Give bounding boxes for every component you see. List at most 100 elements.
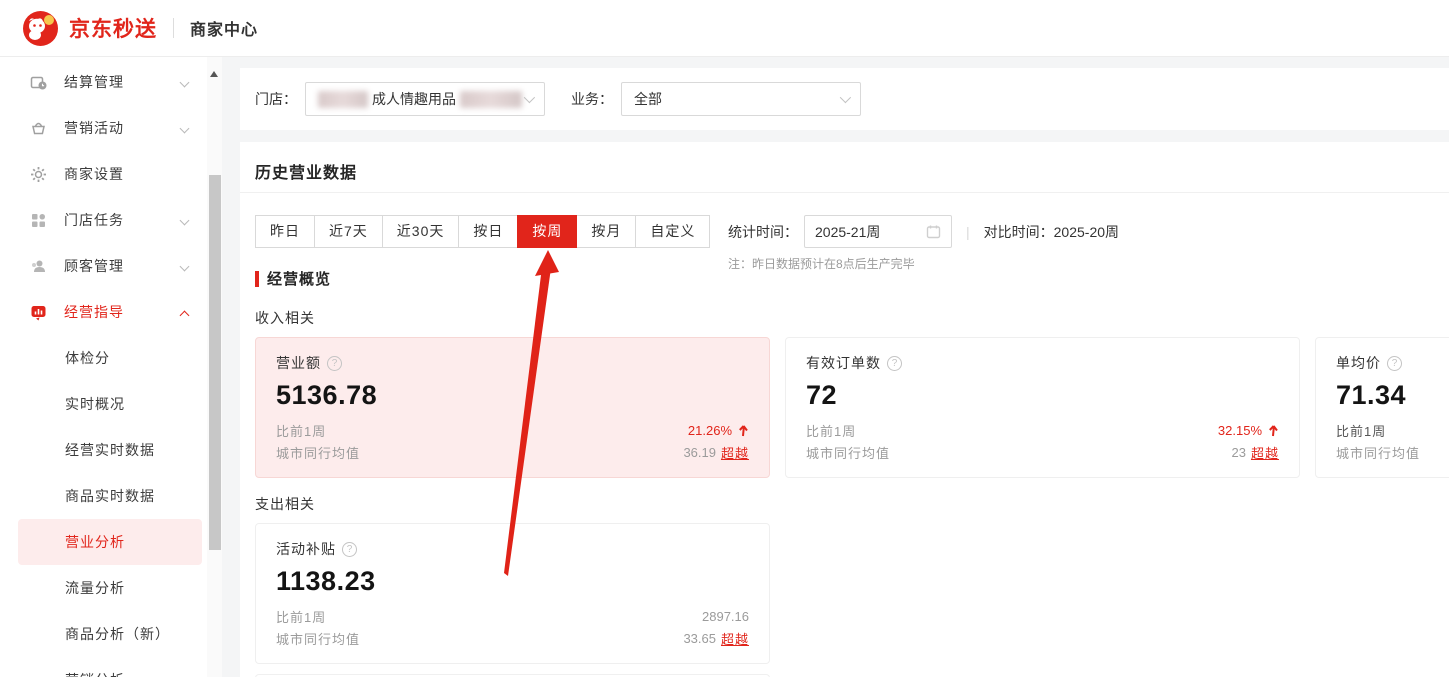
help-icon[interactable] bbox=[887, 356, 902, 371]
metric-label: 城市同行均值 bbox=[276, 443, 360, 462]
metric-peer-value: 33.65 bbox=[683, 631, 716, 646]
beyond-badge[interactable]: 超越 bbox=[721, 629, 749, 648]
merchant-dashboard: 京东秒送 商家中心 结算管理 营销活动 bbox=[0, 0, 1449, 677]
date-range-tabs: 昨日 近7天 近30天 按日 按周 按月 自定义 bbox=[255, 215, 710, 248]
rise-arrow-icon bbox=[737, 424, 749, 437]
sidebar-item-customers[interactable]: 顾客管理 bbox=[0, 243, 222, 289]
chevron-down-icon bbox=[180, 124, 190, 134]
users-icon bbox=[30, 258, 47, 275]
income-cards-row: 营业额 5136.78 比前1周 21.26% bbox=[255, 337, 1449, 478]
overview-section-header: 经营概览 bbox=[255, 268, 331, 289]
card-title: 单均价 bbox=[1336, 353, 1381, 373]
sidebar-item-settlement[interactable]: 结算管理 bbox=[0, 59, 222, 105]
scrollbar-thumb[interactable] bbox=[209, 175, 221, 550]
tab-by-day[interactable]: 按日 bbox=[458, 215, 518, 248]
card-value: 5136.78 bbox=[276, 380, 749, 411]
history-business-data-panel: 历史营业数据 昨日 近7天 近30天 按日 按周 按月 自定义 统计时间： 20… bbox=[240, 142, 1449, 677]
card-title: 有效订单数 bbox=[806, 353, 881, 373]
metric-card-valid-orders[interactable]: 有效订单数 72 比前1周 32.15% bbox=[785, 337, 1300, 478]
help-icon[interactable] bbox=[1387, 356, 1402, 371]
card-value: 71.34 bbox=[1336, 380, 1449, 411]
sidebar-subitem-label: 商品分析（新） bbox=[65, 624, 170, 644]
expense-section-label: 支出相关 bbox=[255, 494, 315, 514]
chevron-down-icon bbox=[180, 216, 190, 226]
chevron-down-icon bbox=[524, 92, 535, 103]
sidebar-subitem-marketing-analysis[interactable]: 营销分析 bbox=[18, 657, 202, 677]
scroll-up-arrow-icon[interactable] bbox=[210, 71, 218, 77]
stat-time-row: 统计时间： 2025-21周 | 对比时间：2025-20周 bbox=[728, 215, 1119, 248]
chart-icon bbox=[30, 304, 47, 321]
store-label: 门店： bbox=[255, 89, 297, 109]
tab-custom[interactable]: 自定义 bbox=[635, 215, 710, 248]
income-section-label: 收入相关 bbox=[255, 308, 315, 328]
sidebar-subitem-label: 营销分析 bbox=[65, 670, 125, 677]
overview-title: 经营概览 bbox=[267, 268, 331, 289]
stat-separator: | bbox=[966, 224, 970, 240]
tab-by-week[interactable]: 按周 bbox=[517, 215, 577, 248]
metric-change-value: 21.26% bbox=[688, 423, 732, 438]
metric-card-revenue[interactable]: 营业额 5136.78 比前1周 21.26% bbox=[255, 337, 770, 478]
metric-card-avg-order-price[interactable]: 单均价 71.34 比前1周 城市同行均值 bbox=[1315, 337, 1449, 478]
beyond-badge[interactable]: 超越 bbox=[721, 443, 749, 462]
card-title: 活动补贴 bbox=[276, 539, 336, 559]
rise-arrow-icon bbox=[1267, 424, 1279, 437]
store-select-value: 成人情趣用品 bbox=[372, 89, 456, 109]
business-select[interactable]: 全部 bbox=[621, 82, 861, 116]
sidebar-subitem-realtime-overview[interactable]: 实时概况 bbox=[18, 381, 202, 427]
store-select[interactable]: 成人情趣用品 bbox=[305, 82, 545, 116]
sidebar-item-store-tasks[interactable]: 门店任务 bbox=[0, 197, 222, 243]
sidebar-subitem-traffic-analysis[interactable]: 流量分析 bbox=[18, 565, 202, 611]
redacted-text-block bbox=[318, 91, 368, 108]
sidebar-item-label: 顾客管理 bbox=[64, 256, 124, 276]
stat-time-picker[interactable]: 2025-21周 bbox=[804, 215, 952, 248]
chevron-down-icon bbox=[180, 262, 190, 272]
sidebar-subitem-label: 体检分 bbox=[65, 348, 110, 368]
beyond-badge[interactable]: 超越 bbox=[1251, 443, 1279, 462]
section-marker-bar bbox=[255, 271, 259, 287]
header-divider bbox=[173, 18, 174, 38]
help-icon[interactable] bbox=[342, 542, 357, 557]
metric-change-value: 2897.16 bbox=[702, 609, 749, 624]
sidebar-item-business-guidance[interactable]: 经营指导 bbox=[0, 289, 222, 335]
metric-card-activity-subsidy[interactable]: 活动补贴 1138.23 比前1周 2897.16 城市同行均值 33.65 bbox=[255, 523, 770, 664]
sidebar-item-marketing[interactable]: 营销活动 bbox=[0, 105, 222, 151]
business-select-value: 全部 bbox=[634, 89, 662, 109]
expense-cards-row: 活动补贴 1138.23 比前1周 2897.16 城市同行均值 33.65 bbox=[255, 523, 770, 664]
chevron-down-icon bbox=[840, 92, 851, 103]
metric-label: 比前1周 bbox=[276, 607, 326, 626]
sidebar-item-label: 经营指导 bbox=[64, 302, 124, 322]
sidebar-item-settings[interactable]: 商家设置 bbox=[0, 151, 222, 197]
metric-label: 城市同行均值 bbox=[276, 629, 360, 648]
sidebar-item-label: 营销活动 bbox=[64, 118, 124, 138]
tab-last-30-days[interactable]: 近30天 bbox=[382, 215, 460, 248]
redacted-text-block bbox=[460, 91, 522, 108]
sidebar-subitem-operation-realtime-data[interactable]: 经营实时数据 bbox=[18, 427, 202, 473]
sidebar-subitem-business-analysis[interactable]: 营业分析 bbox=[18, 519, 202, 565]
sidebar-subitem-product-analysis-new[interactable]: 商品分析（新） bbox=[18, 611, 202, 657]
panel-title: 历史营业数据 bbox=[255, 159, 357, 183]
metric-change-value: 32.15% bbox=[1218, 423, 1262, 438]
brand-name: 京东秒送 bbox=[69, 13, 157, 43]
sidebar-item-label: 结算管理 bbox=[64, 72, 124, 92]
sidebar-subitem-label: 实时概况 bbox=[65, 394, 125, 414]
stat-time-value: 2025-21周 bbox=[815, 222, 880, 242]
card-title: 营业额 bbox=[276, 353, 321, 373]
wallet-icon bbox=[30, 74, 47, 91]
stat-time-label: 统计时间： bbox=[728, 222, 798, 242]
tab-last-7-days[interactable]: 近7天 bbox=[314, 215, 383, 248]
sidebar-nav: 结算管理 营销活动 bbox=[0, 57, 222, 677]
sidebar-subitem-health-score[interactable]: 体检分 bbox=[18, 335, 202, 381]
tab-by-month[interactable]: 按月 bbox=[576, 215, 636, 248]
sidebar-scrollbar[interactable] bbox=[207, 57, 222, 677]
tab-yesterday[interactable]: 昨日 bbox=[255, 215, 315, 248]
calendar-icon bbox=[926, 224, 941, 239]
help-icon[interactable] bbox=[327, 356, 342, 371]
top-header: 京东秒送 商家中心 bbox=[0, 0, 1449, 57]
jd-logo-icon bbox=[22, 10, 59, 47]
compare-time-text: 对比时间：2025-20周 bbox=[984, 222, 1119, 242]
chevron-down-icon bbox=[180, 78, 190, 88]
card-value: 1138.23 bbox=[276, 566, 749, 597]
grid-icon bbox=[30, 212, 47, 229]
sidebar-subitem-product-realtime-data[interactable]: 商品实时数据 bbox=[18, 473, 202, 519]
metric-peer-value: 36.19 bbox=[683, 445, 716, 460]
